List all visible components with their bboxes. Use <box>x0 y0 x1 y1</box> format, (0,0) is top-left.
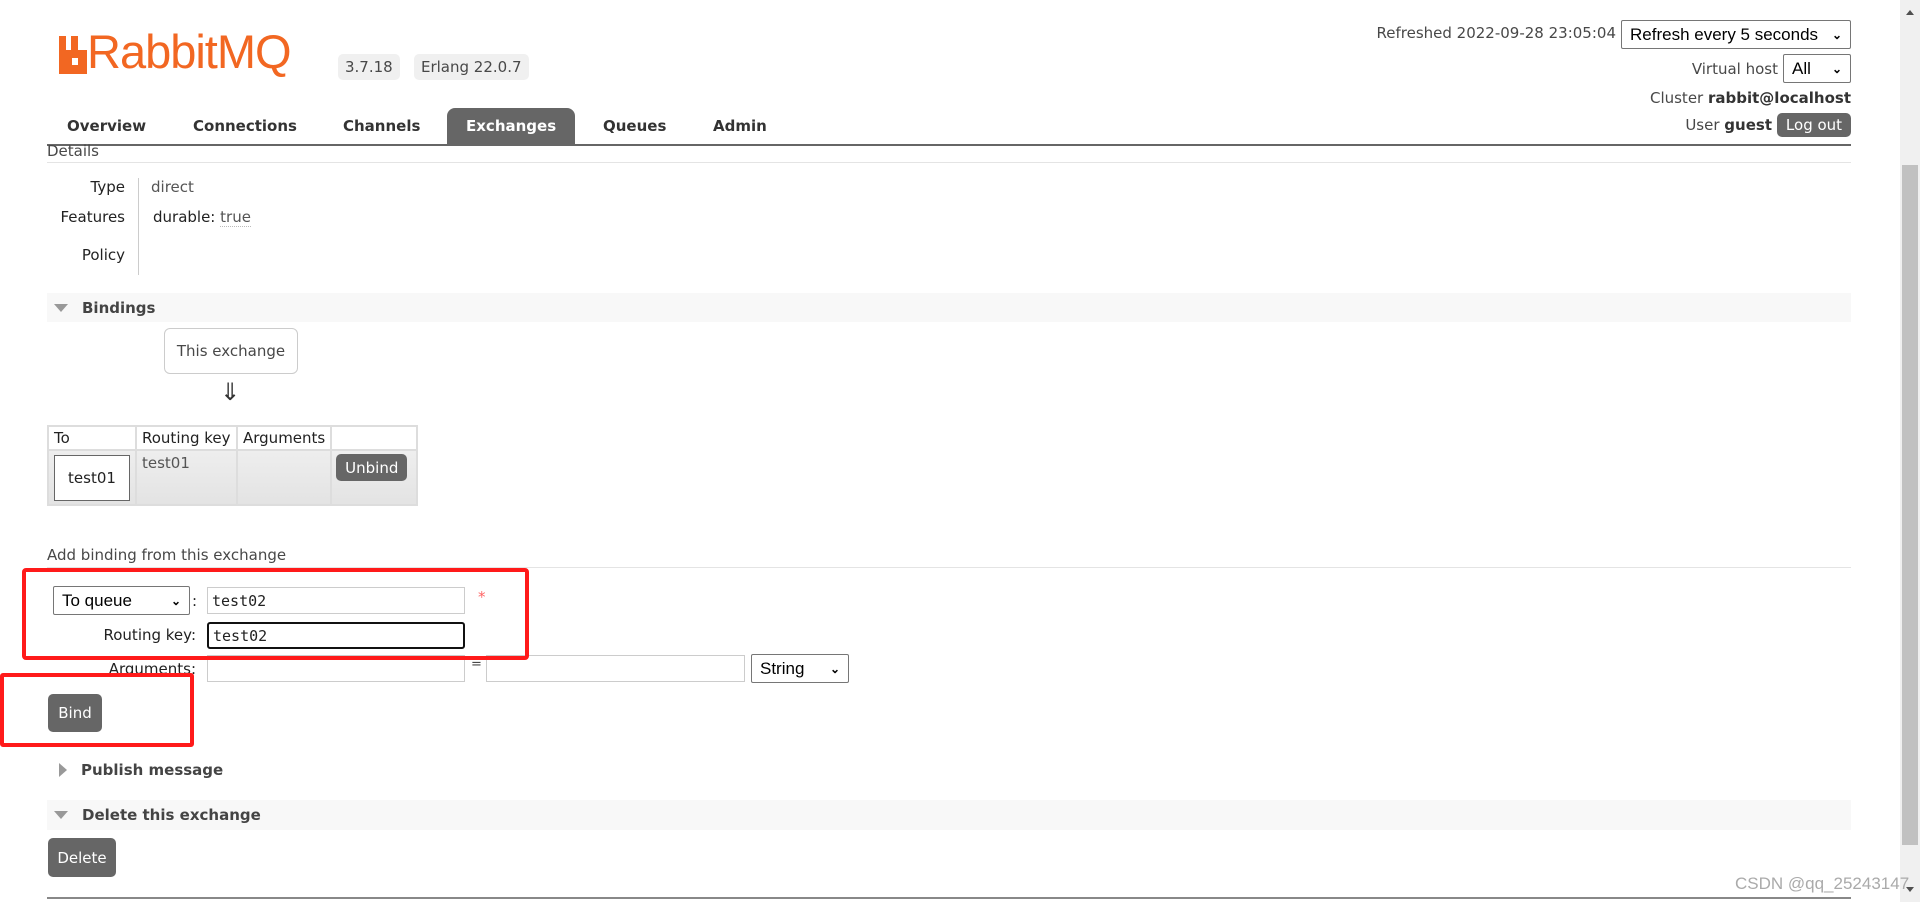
cell-routing-key: test01 <box>135 449 238 506</box>
type-value: direct <box>151 178 194 196</box>
table-header-row: To Routing key Arguments <box>47 425 419 451</box>
type-label: Type <box>90 178 125 196</box>
table-row: test01 test01 Unbind <box>47 449 419 506</box>
expand-triangle-icon <box>59 763 67 777</box>
queue-link[interactable]: test01 <box>54 454 130 501</box>
cluster-info: Cluster rabbit@localhost <box>1650 89 1851 107</box>
col-routing-key: Routing key <box>135 425 238 451</box>
bindings-title: Bindings <box>82 298 156 317</box>
policy-label: Policy <box>81 246 125 264</box>
details-divider <box>47 162 1851 163</box>
footer-divider <box>47 897 1851 899</box>
tab-admin[interactable]: Admin <box>694 108 786 144</box>
publish-section-header[interactable]: Publish message <box>59 761 223 779</box>
bindings-section-header[interactable]: Bindings <box>47 293 1851 322</box>
scroll-up-icon[interactable] <box>1906 10 1914 15</box>
tab-channels[interactable]: Channels <box>324 108 439 144</box>
tab-queues[interactable]: Queues <box>584 108 685 144</box>
tab-connections[interactable]: Connections <box>174 108 316 144</box>
bindings-table: To Routing key Arguments test01 test01 U… <box>47 425 419 506</box>
annotation-box <box>0 673 194 747</box>
unbind-button[interactable]: Unbind <box>336 454 408 481</box>
user-label: User <box>1685 116 1720 134</box>
logout-button[interactable]: Log out <box>1777 113 1851 137</box>
annotation-box <box>22 568 529 660</box>
tab-exchanges[interactable]: Exchanges <box>447 108 575 144</box>
user-info: User guest <box>1685 116 1772 134</box>
cell-action: Unbind <box>330 449 419 506</box>
this-exchange-box: This exchange <box>164 328 298 374</box>
argument-type-value: String <box>760 658 805 678</box>
user-value: guest <box>1724 116 1772 134</box>
cluster-label: Cluster <box>1649 89 1704 107</box>
chevron-down-icon: ⌄ <box>1831 27 1842 42</box>
collapse-triangle-icon <box>54 811 68 819</box>
delete-title: Delete this exchange <box>82 806 261 824</box>
chevron-down-icon: ⌄ <box>829 661 840 676</box>
watermark: CSDN @qq_25243147 <box>1735 874 1910 893</box>
col-arguments: Arguments <box>235 425 333 451</box>
col-to: To <box>47 425 137 451</box>
feature-value: true <box>220 208 251 227</box>
rabbitmq-logo[interactable]: RabbitMQ <box>59 25 292 78</box>
delete-button[interactable]: Delete <box>48 838 116 877</box>
col-actions <box>330 425 419 451</box>
rabbit-logo-icon <box>59 36 87 74</box>
tab-overview[interactable]: Overview <box>48 108 165 144</box>
refresh-select-value: Refresh every 5 seconds <box>1630 24 1819 44</box>
details-title: Details <box>47 142 100 160</box>
features-value: durable: true <box>153 208 251 227</box>
details-vline <box>138 178 139 275</box>
scrollbar[interactable] <box>1900 0 1920 902</box>
version-badge: 3.7.18 <box>338 54 400 80</box>
argument-type-select[interactable]: String ⌄ <box>751 654 849 683</box>
publish-title: Publish message <box>81 761 224 779</box>
feature-key: durable: <box>153 208 216 226</box>
features-label: Features <box>60 208 126 226</box>
cell-arguments <box>235 449 333 506</box>
cell-to: test01 <box>47 449 137 506</box>
scrollbar-thumb[interactable] <box>1902 165 1918 845</box>
add-binding-title: Add binding from this exchange <box>47 546 287 564</box>
delete-section-header[interactable]: Delete this exchange <box>47 800 1851 830</box>
vhost-select-value: All <box>1792 58 1811 78</box>
nav-divider <box>47 144 1851 146</box>
chevron-down-icon: ⌄ <box>1831 61 1842 76</box>
down-arrow-icon: ⇓ <box>220 378 241 406</box>
refresh-select[interactable]: Refresh every 5 seconds ⌄ <box>1621 20 1851 49</box>
refreshed-text: Refreshed 2022-09-28 23:05:04 <box>1376 24 1616 42</box>
collapse-triangle-icon <box>54 303 68 312</box>
vhost-label: Virtual host <box>1691 60 1778 78</box>
logo-text: RabbitMQ <box>87 25 292 78</box>
cluster-value: rabbit@localhost <box>1708 89 1851 107</box>
erlang-badge: Erlang 22.0.7 <box>414 54 529 80</box>
vhost-select[interactable]: All ⌄ <box>1783 54 1851 83</box>
